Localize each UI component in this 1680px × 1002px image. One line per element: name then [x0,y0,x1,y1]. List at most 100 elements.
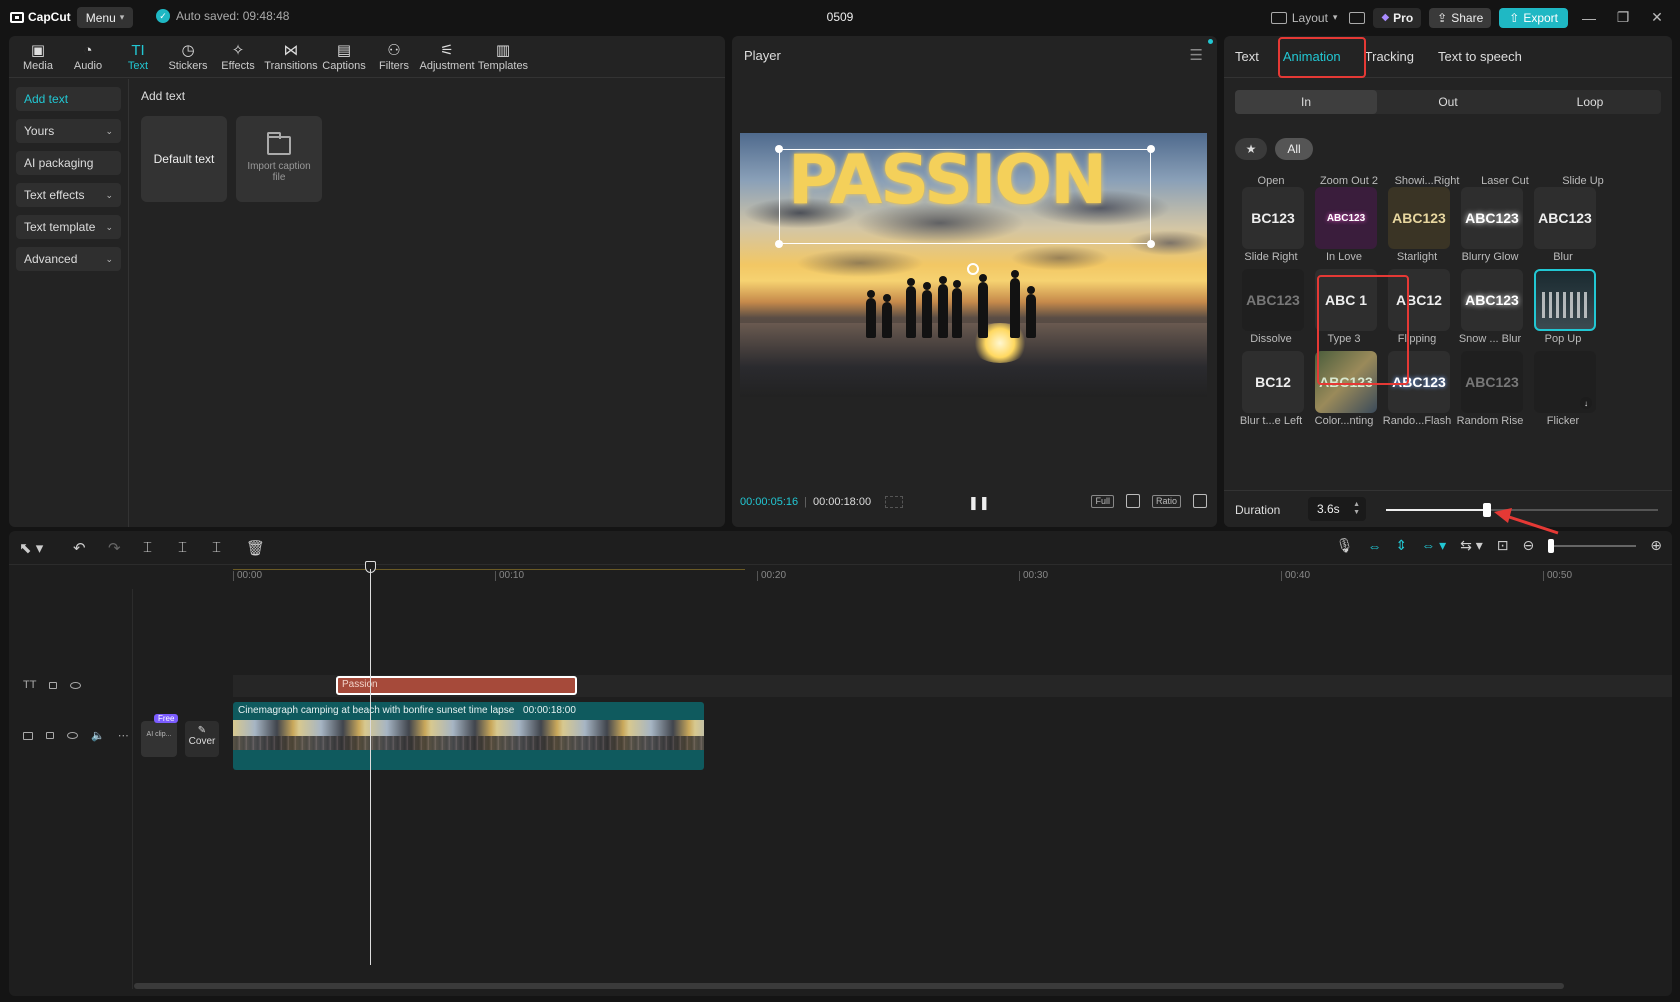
tab-media[interactable]: ▣Media [13,36,63,78]
delete-icon[interactable]: 🗑 [246,539,265,557]
animation-dissolve[interactable]: ABC123Dissolve [1232,269,1310,351]
trim-left-icon[interactable]: ⌶ [178,539,187,556]
playhead[interactable] [370,569,371,965]
time-ruler[interactable]: 00:0000:1000:2000:3000:4000:50 [233,571,1672,589]
export-button[interactable]: ⇧ Export [1499,8,1568,28]
animation-in-love[interactable]: ABC123In Love [1305,187,1383,269]
tab-tracking[interactable]: Tracking [1365,49,1414,64]
zoom-slider-thumb[interactable] [1548,539,1554,553]
fullscreen-icon[interactable] [1193,494,1207,508]
microphone-icon[interactable]: 🎙 [1336,537,1354,554]
preview-axis-icon[interactable]: ⇆ ▾ [1460,537,1483,554]
lock-icon[interactable] [49,682,57,689]
speaker-icon[interactable]: 🔈 [91,729,105,742]
pro-button[interactable]: ◆ Pro [1373,8,1421,28]
nav-ai-packaging[interactable]: AI packaging [16,151,121,175]
text-clip-passion[interactable]: Passion [336,676,577,695]
animation-blur[interactable]: ABC123Blur [1524,187,1602,269]
close-icon[interactable]: ✕ [1644,9,1670,26]
favorites-star-icon[interactable]: ★ [1235,138,1267,160]
download-icon[interactable]: ↓ [1580,397,1592,409]
animation-starlight[interactable]: ABC123Starlight [1378,187,1456,269]
main-track-magnet-icon[interactable]: ⇔ [1367,538,1381,554]
undo-icon[interactable]: ↶ [73,539,86,557]
duration-input[interactable]: 3.6s ▲▼ [1308,497,1366,521]
eye-icon[interactable] [70,682,81,689]
duration-slider[interactable] [1386,509,1658,511]
tab-text[interactable]: Text [1235,49,1259,64]
minimize-icon[interactable]: — [1576,10,1602,26]
zoom-slider[interactable] [1548,545,1636,547]
more-icon[interactable]: ⋯ [118,729,129,742]
split-icon[interactable]: ⌶ [143,539,152,556]
resize-handle[interactable] [1147,240,1155,248]
default-text-tile[interactable]: Default text [141,116,227,202]
nav-text-effects[interactable]: Text effects⌄ [16,183,121,207]
animation-slide-right[interactable]: BC123Slide Right [1232,187,1310,269]
tab-stickers[interactable]: ◷Stickers [163,36,213,78]
nav-text-template[interactable]: Text template⌄ [16,215,121,239]
full-quality-button[interactable]: Full [1091,495,1114,508]
segment-loop[interactable]: Loop [1519,90,1661,114]
duration-slider-fill [1386,509,1487,511]
animation-pop-up[interactable]: Pop Up [1524,269,1602,351]
text-selection-box[interactable] [779,149,1151,244]
animation-blurry-glow[interactable]: ABC123Blurry Glow [1451,187,1529,269]
animation-blur-t-e-left[interactable]: BC12Blur t...e Left [1232,351,1310,433]
share-button[interactable]: ⇪ Share [1429,8,1491,28]
ratio-button[interactable]: Ratio [1152,495,1181,508]
zoom-in-icon[interactable]: ⊕ [1650,537,1662,554]
resize-handle[interactable] [1147,145,1155,153]
video-clip[interactable]: Cinemagraph camping at beach with bonfir… [233,702,704,770]
auto-snap-icon[interactable]: ⇕ [1395,537,1407,554]
duration-slider-thumb[interactable] [1483,503,1491,517]
tab-audio[interactable]: ◔Audio [63,36,113,78]
segment-in[interactable]: In [1235,90,1377,114]
nav-add-text[interactable]: Add text [16,87,121,111]
tab-templates[interactable]: ▥Templates [475,36,531,78]
timeline-scrollbar[interactable] [134,983,1564,989]
tab-filters[interactable]: ⚇Filters [369,36,419,78]
menu-button[interactable]: Menu ▾ [77,7,133,28]
tool-tabs: ▣Media◔AudioTIText◷Stickers✧Effects⋈Tran… [9,36,725,78]
restore-icon[interactable]: ❐ [1610,9,1636,26]
timecode-grid-icon[interactable] [885,496,903,508]
layout-button[interactable]: Layout ▾ [1267,11,1342,25]
fit-timeline-icon[interactable]: ⊡ [1497,537,1509,554]
cover-button[interactable]: ✎ Cover [185,721,219,757]
stepper-icon[interactable]: ▲▼ [1353,501,1360,517]
resize-handle[interactable] [775,145,783,153]
redo-icon[interactable]: ↷ [108,539,121,557]
tab-adjustment[interactable]: ⚟Adjustment [419,36,475,78]
shortcuts-icon[interactable] [1349,12,1365,24]
ai-clip-thumbnail[interactable]: AI clip... [141,721,177,757]
tab-text[interactable]: TIText [113,36,163,78]
animation-random-rise[interactable]: ABC123Random Rise [1451,351,1529,433]
project-title[interactable]: 0509 [827,10,854,24]
pause-button[interactable]: ❚❚ [968,495,990,511]
properties-panel: TextAnimationTrackingText to speech InOu… [1224,36,1672,527]
zoom-out-icon[interactable]: ⊖ [1523,537,1535,554]
rotate-icon[interactable] [967,263,979,275]
tab-effects[interactable]: ✧Effects [213,36,263,78]
eye-icon[interactable] [67,732,78,739]
snapshot-icon[interactable] [1126,494,1140,508]
select-cursor-icon[interactable]: ⬉ ▾ [19,539,43,557]
video-preview[interactable]: PASSION [740,133,1207,397]
hamburger-menu-icon[interactable]: ☰ [1190,46,1203,64]
tab-transitions[interactable]: ⋈Transitions [263,36,319,78]
resize-handle[interactable] [775,240,783,248]
tab-captions[interactable]: ▤Captions [319,36,369,78]
linkage-icon[interactable]: ⇔ ▾ [1421,537,1446,554]
trim-right-icon[interactable]: ⌶ [212,539,221,556]
nav-yours[interactable]: Yours⌄ [16,119,121,143]
segment-out[interactable]: Out [1377,90,1519,114]
animation-flicker[interactable]: ↓Flicker [1524,351,1602,433]
animation-snow-blur[interactable]: ABC123Snow ... Blur [1451,269,1529,351]
import-caption-tile[interactable]: Import caption file [236,116,322,202]
nav-advanced[interactable]: Advanced⌄ [16,247,121,271]
tab-text-to-speech[interactable]: Text to speech [1438,49,1522,64]
lock-icon[interactable] [46,732,54,739]
filter-all-chip[interactable]: All [1275,138,1313,160]
capcut-logo-icon [10,12,24,23]
